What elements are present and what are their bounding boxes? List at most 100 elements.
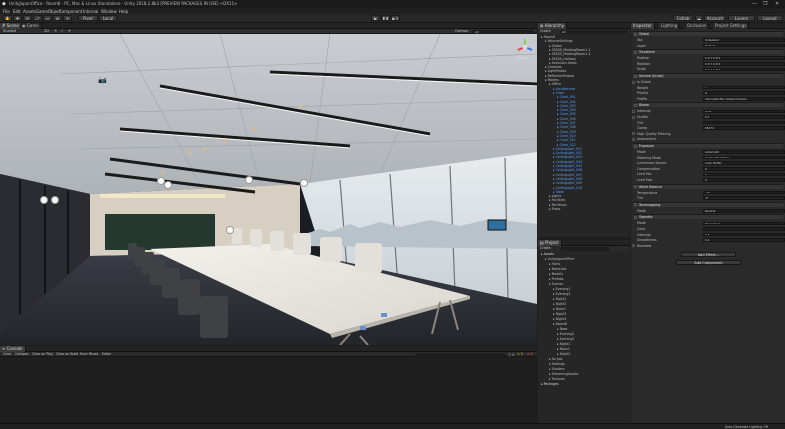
field-value[interactable]: -5 — [703, 196, 785, 200]
cloud-button[interactable]: ☁ — [695, 15, 703, 21]
hand-tool-button[interactable]: ✋ — [3, 15, 12, 21]
move-tool-button[interactable]: ✥ — [13, 15, 22, 21]
collab-dropdown[interactable]: Collab — [673, 15, 693, 21]
field-value[interactable]: Procedural — [703, 221, 785, 226]
project-item[interactable]: ▸ Evening1 — [553, 287, 570, 291]
account-dropdown[interactable]: Account — [704, 15, 726, 21]
field-value[interactable]: 0.7 — [703, 115, 785, 119]
menu-internal[interactable]: Internal — [83, 9, 98, 14]
field-value[interactable]: Neutral — [703, 209, 785, 213]
field-value[interactable]: Center Weighted — [703, 155, 785, 160]
project-item[interactable]: ▸ Packages — [541, 382, 559, 386]
add-component-button[interactable]: Add Component — [676, 260, 741, 266]
hierarchy-create-dropdown[interactable]: Create — [540, 29, 551, 33]
inspector-section-header[interactable]: Transform — [633, 49, 783, 55]
point-light-icon[interactable]: ☀ — [298, 104, 303, 111]
inspector-field[interactable]: Mode Procedural — [637, 221, 785, 226]
field-value[interactable]: 0.3 — [703, 232, 785, 237]
project-create-dropdown[interactable]: Create — [540, 246, 551, 250]
inspector-section-header[interactable]: Vignette — [633, 214, 783, 220]
inspector-field[interactable]: Color — [637, 227, 785, 231]
project-item[interactable]: ▸ Night1 — [553, 297, 566, 301]
inspector-field[interactable]: Mode Neutral — [637, 209, 785, 213]
inspector-section-header[interactable]: Tonemapping — [633, 201, 783, 207]
project-item[interactable]: ▸ Night3 — [553, 312, 566, 316]
light-probe-icon[interactable] — [164, 181, 172, 189]
checkbox-icon[interactable] — [634, 215, 637, 219]
light-probe-icon[interactable] — [300, 179, 308, 187]
project-search-input[interactable] — [560, 246, 610, 251]
project-item[interactable]: ▸ Night2 — [557, 352, 570, 356]
project-item[interactable]: ▸ Fonts — [549, 262, 560, 266]
console-clear-button[interactable]: Clear — [3, 352, 11, 356]
menu-window[interactable]: Window — [101, 9, 117, 14]
close-button[interactable]: ✕ — [775, 1, 779, 7]
checkbox-icon[interactable] — [634, 32, 637, 36]
field-value[interactable] — [703, 120, 785, 125]
field-value[interactable]: 0.2 — [703, 238, 785, 242]
console-clear-on-play-toggle[interactable]: Clear on Play — [32, 352, 53, 356]
pivot-toggle[interactable]: Pivot — [78, 15, 98, 21]
checkbox-icon[interactable] — [632, 244, 635, 248]
inspector-field[interactable]: Intensity 0.3 — [637, 232, 785, 237]
inspector-field[interactable]: Temperature -20 — [637, 190, 785, 195]
field-value[interactable]: 0 — [703, 172, 785, 177]
hierarchy-search-input[interactable]: All — [560, 29, 628, 34]
project-item[interactable]: ▸ Night4 — [553, 317, 566, 321]
local-toggle[interactable]: Local — [99, 15, 117, 21]
console-log-area[interactable] — [0, 357, 537, 423]
persp-label[interactable]: Persp — [517, 56, 526, 60]
rect-tool-button[interactable]: ▭ — [43, 15, 52, 21]
project-item[interactable]: ▸ Assets — [541, 252, 554, 256]
point-light-icon[interactable]: ☀ — [222, 137, 227, 144]
menu-gameobject[interactable]: GameObject — [36, 9, 61, 14]
field-value[interactable]: Color Buffer — [703, 161, 785, 165]
inspector-field[interactable]: Scatter 0.7 — [632, 115, 785, 119]
project-item[interactable]: ▸ Settings — [549, 362, 565, 366]
project-item[interactable]: ▸ Textures — [549, 377, 565, 381]
field-value[interactable]: X 1 Y 1 Z 1 — [703, 67, 785, 72]
project-item[interactable]: ▸ Base — [557, 327, 567, 331]
point-light-icon[interactable]: ☀ — [202, 146, 207, 153]
gizmos-dropdown[interactable]: Gizmos — [455, 29, 468, 33]
inspector-field[interactable]: Position X 0 Y 0 Z 0 — [637, 56, 785, 60]
inspector-section-header[interactable]: Bloom — [633, 102, 783, 108]
scene-search-input[interactable]: All — [472, 29, 534, 34]
inspector-field[interactable]: Tint -5 — [637, 196, 785, 200]
shading-mode-dropdown[interactable]: Shaded — [3, 29, 16, 33]
inspector-field[interactable]: Limit Max 0 — [637, 178, 785, 182]
inspector-field[interactable]: Clamp 65472 — [637, 126, 785, 130]
field-value[interactable]: Untagged — [703, 38, 785, 42]
checkbox-icon[interactable] — [632, 80, 635, 84]
checkbox-icon[interactable] — [632, 109, 635, 113]
inspector-field[interactable]: Priority 0 — [637, 91, 785, 95]
checkbox-icon[interactable] — [634, 103, 637, 107]
project-item[interactable]: ▸ Shaders — [549, 367, 565, 371]
inspector-field[interactable]: Tint — [637, 120, 785, 125]
menu-assets[interactable]: Assets — [23, 9, 36, 14]
inspector-field[interactable]: Is Global — [632, 80, 783, 84]
project-item[interactable]: ▸ Night2 — [553, 302, 566, 306]
inspector-field[interactable]: Scale X 1 Y 1 Z 1 — [637, 67, 785, 72]
scene-viewport[interactable]: ☀ ☀ ☀ ☀ ☀ ☀ 📷 Persp — [0, 34, 537, 345]
project-item[interactable]: ▸ StreamingAssets — [549, 372, 578, 376]
lighting-toggle-icon[interactable]: ☀ — [54, 29, 57, 33]
field-value[interactable]: -20 — [703, 190, 785, 195]
rotate-tool-button[interactable]: ⟳ — [23, 15, 32, 21]
light-probe-icon[interactable] — [226, 226, 234, 234]
console-error-pause-toggle[interactable]: Error Pause — [80, 352, 98, 356]
mode-2d-toggle[interactable]: 2D — [44, 29, 49, 33]
point-light-icon[interactable]: ☀ — [252, 126, 257, 133]
field-value[interactable]: 0 — [703, 91, 785, 95]
step-button[interactable]: ▶❙ — [391, 15, 400, 21]
inspector-field[interactable]: Smoothness 0.2 — [637, 238, 785, 242]
inspector-field[interactable]: Compensation 0 — [637, 167, 785, 171]
checkbox-icon[interactable] — [634, 50, 637, 54]
field-value[interactable]: Default — [703, 43, 785, 48]
project-item[interactable]: ▸ Room8 — [553, 322, 567, 326]
inspector-field[interactable]: High Quality Filtering — [632, 132, 783, 136]
checkbox-icon[interactable] — [632, 132, 635, 136]
project-item[interactable]: ▸ UnityJapanOffice — [545, 257, 574, 261]
layout-dropdown[interactable]: Layout — [757, 15, 783, 21]
inspector-section-header[interactable]: White Balance — [633, 183, 783, 189]
